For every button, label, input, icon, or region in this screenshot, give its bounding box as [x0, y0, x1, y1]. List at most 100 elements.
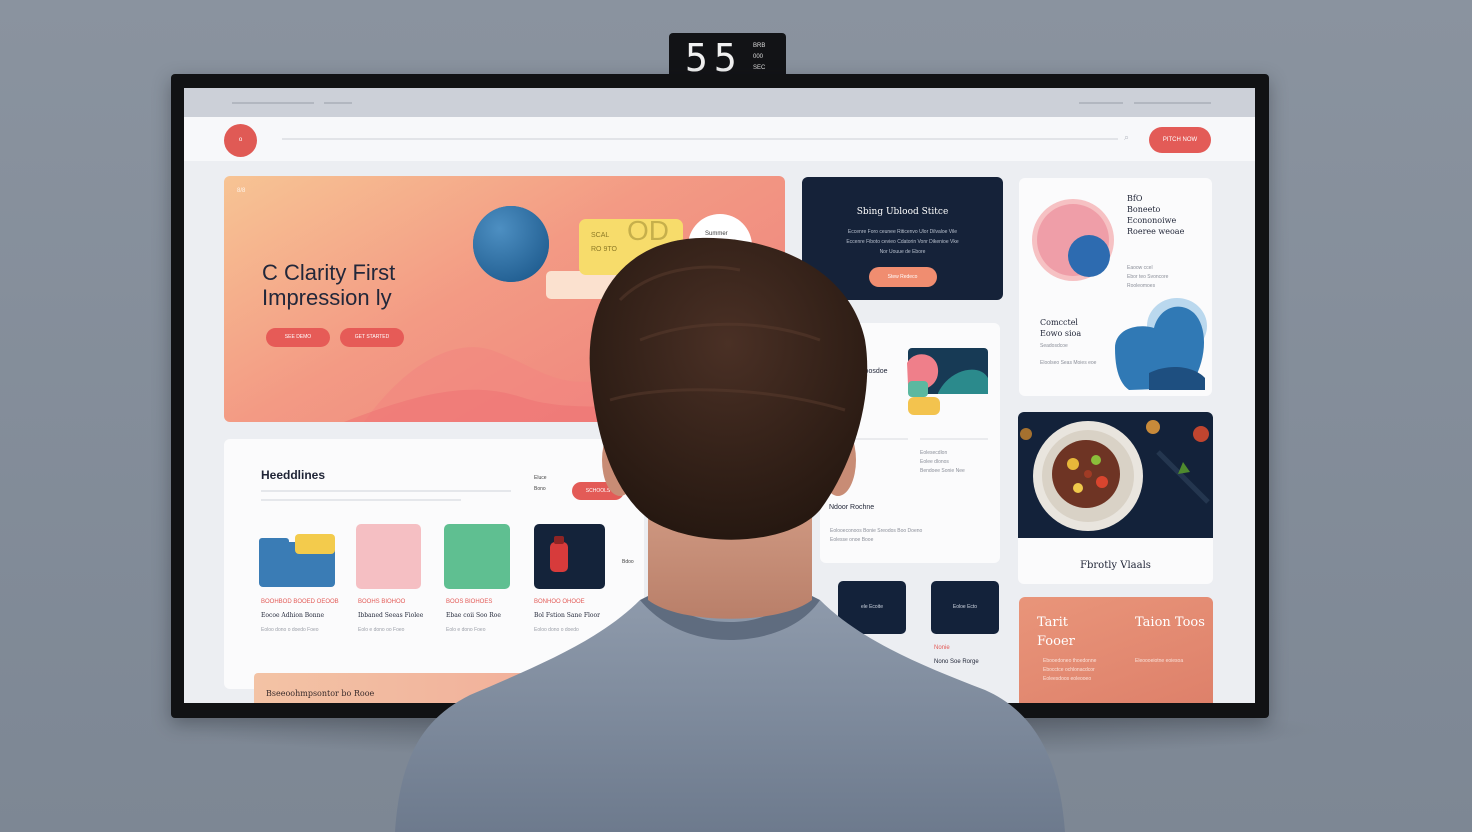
item-4-caption: BONHOO OHOOE Bol Fstion Sane Floor Eoloo… [534, 597, 600, 635]
mid-bottom-mini: Eolesse onoe Booe [830, 537, 874, 543]
search-icon[interactable]: ⌕ [1124, 132, 1129, 143]
food-photo [1018, 412, 1213, 538]
timer-labels: BRB 000 SEC [753, 41, 765, 74]
strip-line [1134, 102, 1211, 104]
footer-band: Bseeoohmpsontor bo Rooe [254, 673, 654, 703]
bubble-line-2: GREETING [705, 240, 737, 246]
orange-line: Eoleesdoos eoleooeo [1043, 676, 1092, 682]
item-meta: Eolo e dono Foeo [446, 627, 486, 633]
mini-card-1[interactable]: ele Ecoite [838, 581, 906, 634]
orange-heading-left: Tarit Fooer [1037, 615, 1075, 649]
shapes-minis: Eaoow ccel Ebor teo Svoncore Rooleomoes [1127, 264, 1168, 291]
shapes-mid-mini: Eloolseo Seas Moies eoe [1040, 360, 1097, 366]
shapes-mini: Eaoow ccel [1127, 265, 1153, 271]
promo-body-line: Eccenre Fiboto cevieo Cdatorin Vonr Dike… [846, 239, 959, 245]
headlines-title: Heeddlines [261, 468, 326, 482]
shapes-mid-line: Comcctel [1040, 318, 1078, 327]
mid-mini: Eolesecdlon [920, 450, 948, 456]
mid-minis: Eolesecdlon Eolee dlonos Bendoee Sonie N… [920, 449, 965, 476]
mid-bottom-minis: Eolooeconoos Bonie Sreodos Boo Doeno Eol… [830, 527, 922, 545]
shapes-heading: BfO Boneeto Econonoiwe Roeree weoae [1127, 193, 1184, 237]
mini-caption: Noe Beolos Dorie [842, 659, 890, 665]
next-item-label: Bdoo [622, 559, 634, 565]
promo-title: Sbing Ublood Stitce [856, 207, 949, 217]
monitor-screen: o ⌕ PITCH NOW 8/8 SCAL RO 9TO OD Summer … [184, 88, 1255, 703]
timer-label-3: SEC [753, 65, 766, 71]
hero-button-primary[interactable]: SEE DEMO [266, 328, 330, 347]
item-3-caption: BOOS BIOHOES Ebae coii Soo Roe Eolo e do… [446, 597, 501, 635]
footer-text: Bseeoohmpsontor bo Rooe [266, 689, 375, 698]
feature-card-middle: Baoosdoe Eolesecdlon Eolee dlonos Bendoe… [820, 323, 1000, 563]
shapes-line: Roeree weoae [1127, 227, 1185, 236]
item-meta: Eoloo dono o doedo Foeo [261, 627, 319, 633]
mini-caption: Nonie [934, 645, 950, 651]
orange-body-right: Eleoooeiotne eoiesoa [1135, 657, 1183, 666]
hero-yellow-card: SCAL RO 9TO OD [579, 215, 683, 275]
cta-button[interactable]: PITCH NOW [1149, 127, 1211, 153]
mini-caption: Nono Soe Rorge [934, 659, 979, 665]
thumb-green-card[interactable] [444, 524, 510, 589]
side-line: Bono [534, 486, 546, 492]
food-bowl-image [1020, 420, 1210, 531]
hero-card: 8/8 SCAL RO 9TO OD Summer GREETING RATIN… [224, 176, 785, 422]
strip-line [1079, 102, 1123, 104]
pricing-card-orange: Tarit Fooer Taion Toos Ebooedoneo thoedo… [1019, 597, 1213, 703]
mini-card-2[interactable]: Eoloe Ecto [931, 581, 999, 634]
promo-body-line: Nor Uouue de Ebore [879, 249, 926, 255]
promo-card-navy: Sbing Ublood Stitce Eccenre Foro ceunee … [802, 177, 1003, 300]
browser-top-strip [184, 88, 1255, 117]
bubble-line-1: Summer [705, 231, 728, 237]
item-1-caption: BOOHBOD BOOED OEOOB Eocoe Adhion Bonne E… [261, 597, 339, 635]
hero-button-secondary[interactable]: GET STARTED [340, 328, 404, 347]
orange-line: Ebooedoneo thoedonne [1043, 658, 1097, 664]
orange-heading-right: Taion Toos [1135, 615, 1205, 630]
headlines-button[interactable]: SCHOOLS [572, 482, 624, 500]
shapes-line: Boneeto [1127, 205, 1161, 214]
headlines-side: Eluce Bono [534, 473, 547, 495]
headlines-section: Heeddlines Eluce Bono SCHOOLS BOOHBOD BO… [224, 439, 644, 689]
mid-top-label: Baoosdoe [856, 368, 888, 375]
item-tag: BOOS BIOHOES [446, 599, 493, 605]
mid-bottom-mini: Eolooeconoos Bonie Sreodos Boo Doeno [830, 528, 923, 534]
thumb-product-card[interactable] [534, 524, 605, 589]
item-title: Eocoe Adhion Bonne [261, 612, 325, 619]
card-digits: OD [627, 215, 669, 246]
thumb-pink-card[interactable] [356, 524, 421, 589]
mini-card-1-caption: Seo Euoeo Noe Beolos Dorie [842, 641, 889, 669]
promo-body: Eccenre Foro ceunee Riticenvo Ulor Dilva… [802, 227, 1003, 257]
food-card[interactable]: Fbrotly Vlaals [1018, 412, 1213, 584]
headlines-line [261, 499, 461, 501]
hero-title: C Clarity First Impression ly [262, 260, 396, 310]
shapes-mini: Ebor teo Svoncore [1127, 274, 1169, 280]
shapes-line: Econonoiwe [1127, 216, 1177, 225]
promo-button[interactable]: Stew Redeco [868, 267, 937, 287]
feature-card-shapes: BfO Boneeto Econonoiwe Roeree weoae Eaoo… [1019, 178, 1212, 396]
food-caption: Fbrotly Vlaals [1080, 560, 1151, 571]
shapes-mid-mini: Seadosdcoe [1040, 343, 1068, 349]
thumb-folder-icon[interactable] [259, 524, 335, 587]
orange-line: Eleoooeiotne eoiesoa [1135, 658, 1184, 664]
mid-mini: Bendoee Sonie Nee [920, 468, 965, 474]
promo-body-line: Eccenre Foro ceunee Riticenvo Ulor Dilva… [847, 229, 958, 235]
shapes-mid-line: Eowo sioa [1040, 329, 1082, 338]
item-tag: BONHOO OHOOE [534, 599, 585, 605]
hero-white-bubble: Summer GREETING RATINGS [688, 214, 752, 278]
site-logo[interactable]: o [224, 124, 257, 157]
item-meta: Eoloo dono o doedo [534, 627, 579, 633]
headlines-line [261, 490, 511, 492]
site-navbar: o ⌕ PITCH NOW [184, 117, 1255, 161]
mini-card-2-caption: Nonie Nono Soe Rorge [934, 641, 979, 669]
shapes-mid-minis: Seadosdcoe Eloolseo Seas Moies eoe [1040, 342, 1096, 368]
shapes-mid-heading: Comcctel Eowo sioa [1040, 317, 1081, 339]
item-tag: BOOHBOD BOOED OEOOB [261, 599, 339, 605]
hero-tag: 8/8 [237, 188, 246, 194]
bubble-line-3: RATINGS [705, 249, 732, 255]
shapes-mini: Rooleomoes [1127, 283, 1156, 289]
item-tag: BOOHS BIOHOO [358, 599, 406, 605]
timer-label-1: BRB [753, 43, 766, 49]
search-bar[interactable] [282, 138, 1118, 140]
mid-mini: Eolee dlonos [920, 459, 949, 465]
orange-line: Ebocctce ochlonacdcor [1043, 667, 1095, 673]
item-title: Ibbaned Seeas Fiolee [358, 612, 424, 619]
item-title: Bol Fstion Sane Floor [534, 612, 600, 619]
